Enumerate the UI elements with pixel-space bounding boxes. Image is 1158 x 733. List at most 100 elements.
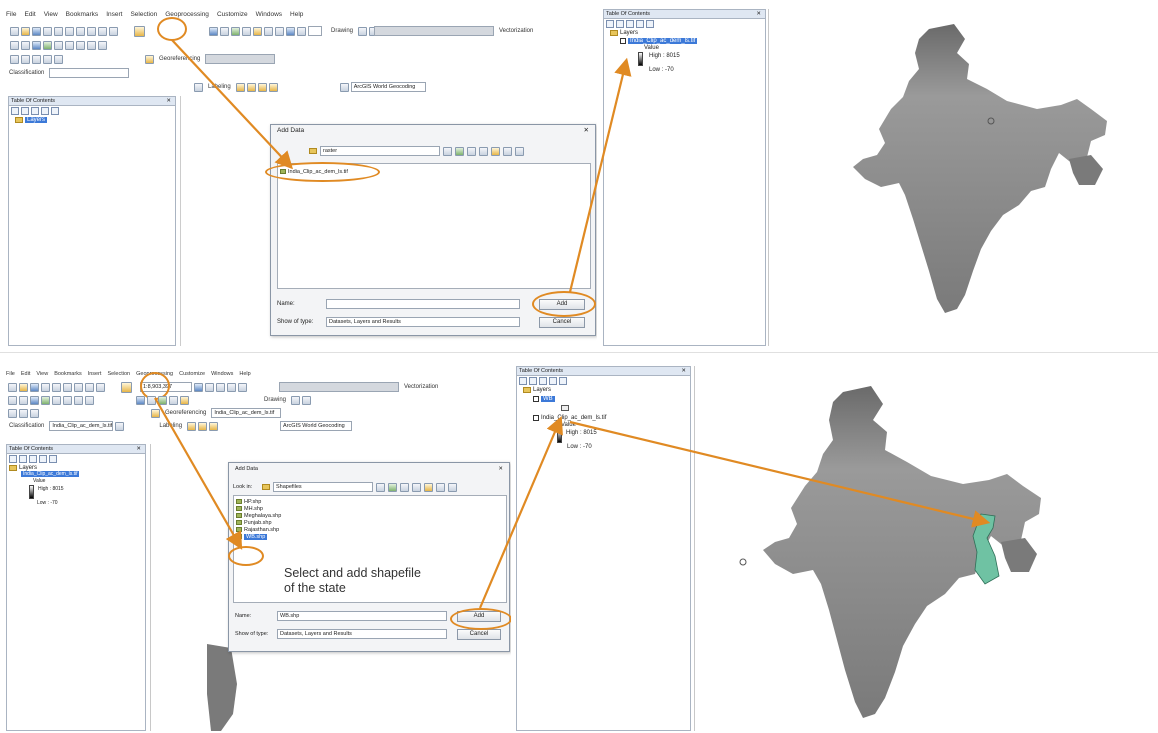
label-icon-1[interactable] — [235, 82, 245, 92]
new-folder-icon[interactable] — [491, 146, 500, 156]
view-options-icon[interactable] — [479, 146, 488, 156]
vertex-icon[interactable] — [30, 408, 39, 418]
menu-insert[interactable]: Insert — [88, 371, 102, 377]
up-folder-icon[interactable] — [443, 146, 452, 156]
label-icon-1[interactable] — [187, 421, 197, 431]
split-icon[interactable] — [43, 54, 52, 64]
forward-icon[interactable] — [87, 40, 96, 50]
menu-file[interactable]: File — [6, 371, 15, 377]
select-icon[interactable] — [98, 40, 107, 50]
vectorization-label[interactable]: Vectorization — [496, 28, 536, 34]
fixed-zoom-in-icon[interactable] — [52, 395, 61, 405]
back-icon[interactable] — [74, 395, 83, 405]
wb-visibility-checkbox[interactable] — [533, 396, 539, 402]
label-icon-3[interactable] — [257, 82, 267, 92]
raster-visibility-checkbox[interactable] — [533, 415, 539, 421]
sketch-icon[interactable] — [21, 54, 30, 64]
save-icon[interactable] — [32, 26, 41, 36]
fixed-zoom-in-icon[interactable] — [54, 40, 63, 50]
file-item-meghalaya[interactable]: Meghalaya.shp — [234, 512, 506, 519]
zoom-in-icon[interactable] — [8, 395, 17, 405]
paste-icon[interactable] — [74, 382, 83, 392]
undo-icon[interactable] — [96, 382, 105, 392]
list-by-selection-icon[interactable] — [39, 455, 47, 463]
menu-view[interactable]: View — [36, 371, 48, 377]
up-folder-icon[interactable] — [376, 482, 385, 492]
options-icon[interactable] — [51, 107, 59, 115]
list-by-drawing-order-icon[interactable] — [606, 20, 614, 28]
open-icon[interactable] — [21, 26, 30, 36]
wb-layer-row[interactable]: WB — [517, 396, 690, 402]
georeferencing-label[interactable]: Georeferencing — [162, 410, 209, 416]
list-by-source-icon[interactable] — [21, 107, 29, 115]
list-by-drawing-order-icon[interactable] — [9, 455, 17, 463]
options-icon[interactable] — [49, 455, 57, 463]
globe-icon[interactable] — [158, 395, 167, 405]
delete-icon[interactable] — [87, 26, 96, 36]
save-icon[interactable] — [30, 382, 39, 392]
menu-windows[interactable]: Windows — [256, 11, 282, 18]
open-icon[interactable] — [19, 382, 28, 392]
vertex-icon[interactable] — [32, 54, 41, 64]
bottom-map-view[interactable] — [694, 366, 1158, 731]
look-in-combo[interactable]: raster — [320, 146, 440, 156]
vectorization-layer-combo[interactable] — [279, 382, 399, 392]
zoom-out-icon[interactable] — [21, 40, 30, 50]
html-popup-icon[interactable] — [264, 26, 273, 36]
drawing-label[interactable]: Drawing — [261, 397, 289, 403]
name-input[interactable]: WB.shp — [277, 611, 447, 621]
classification-label[interactable]: Classification — [6, 423, 47, 429]
copy-icon[interactable] — [65, 26, 74, 36]
vectorization-layer-combo[interactable] — [374, 26, 494, 36]
menu-insert[interactable]: Insert — [106, 11, 122, 18]
look-in-combo[interactable]: Shapefiles — [273, 482, 373, 492]
home-icon[interactable] — [455, 146, 464, 156]
name-input[interactable] — [326, 299, 520, 309]
classification-label[interactable]: Classification — [6, 70, 47, 76]
file-item-hp[interactable]: HP.shp — [234, 498, 506, 505]
list-by-source-icon[interactable] — [616, 20, 624, 28]
pan-icon[interactable] — [32, 40, 41, 50]
cut-icon[interactable] — [54, 26, 63, 36]
identify-icon[interactable] — [209, 26, 218, 36]
new-icon[interactable] — [10, 26, 19, 36]
cancel-button[interactable]: Cancel — [539, 317, 585, 328]
pointer-icon[interactable] — [358, 26, 368, 36]
label-icon-4[interactable] — [268, 82, 278, 92]
list-by-source-icon[interactable] — [529, 377, 537, 385]
find-icon[interactable] — [220, 26, 229, 36]
text-icon[interactable] — [302, 395, 312, 405]
pointer-icon[interactable] — [291, 395, 301, 405]
toc-close-icon[interactable]: ✕ — [166, 97, 171, 105]
toc-layers-row[interactable]: Layers — [9, 117, 175, 123]
label-icon-2[interactable] — [246, 82, 256, 92]
redo-icon[interactable] — [109, 26, 118, 36]
fixed-zoom-out-icon[interactable] — [63, 395, 72, 405]
home-icon[interactable] — [388, 482, 397, 492]
view-options-icon[interactable] — [412, 482, 421, 492]
arctoolbox-icon[interactable] — [238, 382, 247, 392]
find-icon[interactable] — [147, 395, 156, 405]
measure-icon[interactable] — [242, 26, 251, 36]
menu-customize[interactable]: Customize — [217, 11, 248, 18]
file-item-punjab[interactable]: Punjab.shp — [234, 519, 506, 526]
label-icon-3[interactable] — [209, 421, 219, 431]
flag-icon[interactable] — [151, 408, 160, 418]
identify-icon[interactable] — [136, 395, 145, 405]
vectorization-label[interactable]: Vectorization — [401, 384, 441, 390]
geocode-icon[interactable] — [339, 82, 349, 92]
zoom-in-icon[interactable] — [10, 40, 19, 50]
geocoding-combo[interactable]: ArcGIS World Geocoding — [350, 82, 426, 92]
measure-icon[interactable] — [169, 395, 178, 405]
new-folder-icon[interactable] — [424, 482, 433, 492]
toc-close-icon[interactable]: ✕ — [681, 367, 686, 375]
menu-selection[interactable]: Selection — [107, 371, 130, 377]
file-item-rajasthan[interactable]: Rajasthan.shp — [234, 526, 506, 533]
classification-combo[interactable]: India_Clip_ac_dem_ls.tif — [49, 421, 114, 431]
menu-bookmarks[interactable]: Bookmarks — [66, 11, 99, 18]
list-by-drawing-order-icon[interactable] — [519, 377, 527, 385]
list-by-visibility-icon[interactable] — [29, 455, 37, 463]
refresh-icon[interactable] — [515, 146, 524, 156]
label-icon-2[interactable] — [198, 421, 208, 431]
file-item-mh[interactable]: MH.shp — [234, 505, 506, 512]
